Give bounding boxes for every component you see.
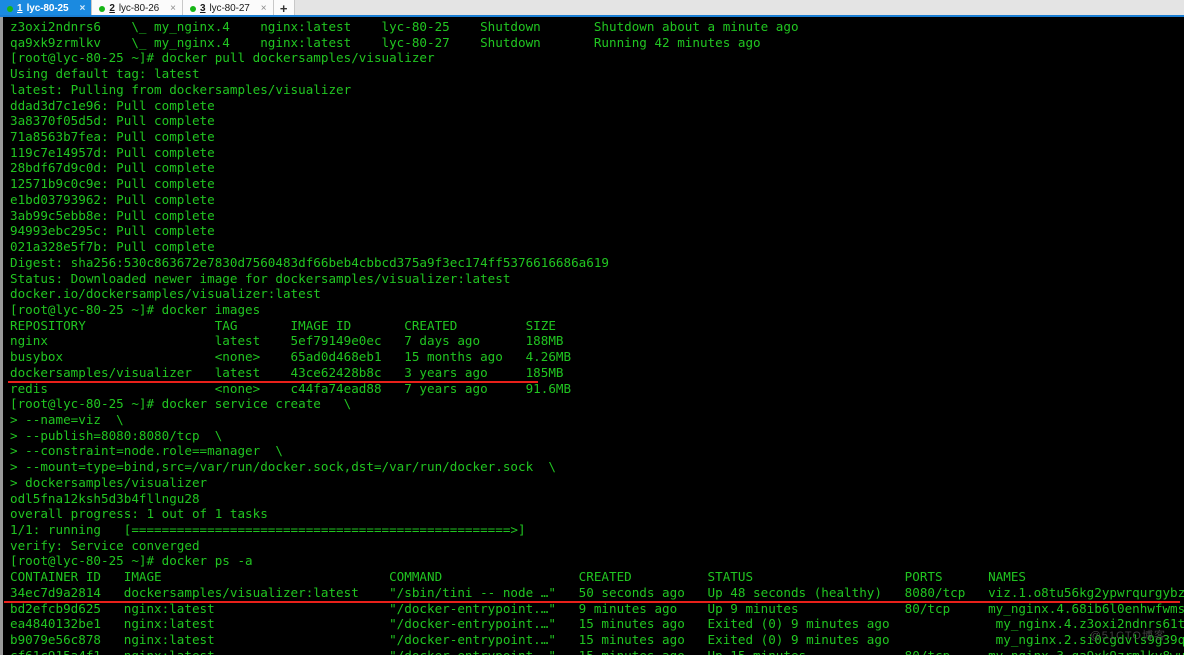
status-dot-icon bbox=[7, 5, 13, 12]
terminal-line: Using default tag: latest bbox=[10, 66, 200, 82]
terminal-line: e1bd03793962: Pull complete bbox=[10, 191, 215, 207]
tab-label: lyc-80-25 bbox=[26, 3, 69, 14]
close-icon[interactable]: × bbox=[170, 3, 176, 14]
terminal-line: > --name=viz \ bbox=[10, 411, 124, 427]
tab-lyc-80-27[interactable]: 3 lyc-80-27 × bbox=[182, 0, 274, 17]
terminal-window: 1 lyc-80-25 × 2 lyc-80-26 × 3 lyc-80-27 … bbox=[0, 0, 1184, 655]
close-icon[interactable]: × bbox=[261, 3, 267, 14]
terminal-line: verify: Service converged bbox=[10, 537, 200, 553]
tab-lyc-80-25[interactable]: 1 lyc-80-25 × bbox=[0, 0, 93, 17]
terminal-line: ea4840132be1 nginx:latest "/docker-entry… bbox=[10, 616, 1184, 632]
terminal-line: 34ec7d9a2814 dockersamples/visualizer:la… bbox=[10, 584, 1184, 600]
terminal-line: [root@lyc-80-25 ~]# docker pull dockersa… bbox=[10, 50, 435, 66]
terminal-line: > --constraint=node.role==manager \ bbox=[10, 443, 283, 459]
new-tab-button[interactable]: + bbox=[273, 0, 295, 17]
terminal-line: 71a8563b7fea: Pull complete bbox=[10, 129, 215, 145]
terminal-line: REPOSITORY TAG IMAGE ID CREATED SIZE bbox=[10, 317, 556, 333]
terminal-line: [root@lyc-80-25 ~]# docker images bbox=[10, 301, 261, 317]
terminal-line: [root@lyc-80-25 ~]# docker service creat… bbox=[10, 396, 352, 412]
terminal-line: z3oxi2ndnrs6 \_ my_nginx.4 nginx:latest … bbox=[10, 19, 799, 34]
tab-number: 3 bbox=[199, 3, 206, 14]
terminal-line: b9079e56c878 nginx:latest "/docker-entry… bbox=[10, 632, 1184, 648]
terminal-screen: z3oxi2ndnrs6 \_ my_nginx.4 nginx:latest … bbox=[3, 17, 1184, 655]
terminal-line: [root@lyc-80-25 ~]# docker ps -a bbox=[10, 553, 253, 569]
terminal-line: 021a328e5f7b: Pull complete bbox=[10, 239, 215, 255]
terminal-line: overall progress: 1 out of 1 tasks bbox=[10, 506, 268, 522]
terminal-line: 1/1: running [==========================… bbox=[10, 522, 526, 537]
terminal-line: 3ab99c5ebb8e: Pull complete bbox=[10, 207, 215, 223]
terminal-line: qa9xk9zrmlkv \_ my_nginx.4 nginx:latest … bbox=[10, 34, 761, 50]
terminal-line: 12571b9c0c9e: Pull complete bbox=[10, 176, 215, 192]
tab-lyc-80-26[interactable]: 2 lyc-80-26 × bbox=[92, 0, 183, 17]
terminal-line: ddad3d7c1e96: Pull complete bbox=[10, 97, 215, 113]
visualizer-image-row-underline bbox=[8, 381, 538, 383]
terminal-line: latest: Pulling from dockersamples/visua… bbox=[10, 81, 352, 97]
terminal-line: > --mount=type=bind,src=/var/run/docker.… bbox=[10, 459, 556, 475]
close-icon[interactable]: × bbox=[79, 3, 85, 14]
terminal-body[interactable]: z3oxi2ndnrs6 \_ my_nginx.4 nginx:latest … bbox=[0, 17, 1184, 655]
visualizer-container-row-underline bbox=[4, 601, 1180, 603]
terminal-line: busybox <none> 65ad0d468eb1 15 months ag… bbox=[10, 349, 572, 365]
tab-label: lyc-80-26 bbox=[118, 3, 160, 14]
tab-number: 1 bbox=[17, 3, 23, 14]
tab-bar-empty-area bbox=[294, 0, 1184, 17]
status-dot-icon bbox=[99, 5, 106, 12]
terminal-line: 94993ebc295c: Pull complete bbox=[10, 223, 215, 239]
terminal-line: odl5fna12ksh5d3b4fllngu28 bbox=[10, 490, 200, 506]
status-dot-icon bbox=[189, 5, 196, 12]
terminal-line: cf61c915a4f1 nginx:latest "/docker-entry… bbox=[10, 648, 1184, 655]
terminal-line: Status: Downloaded newer image for docke… bbox=[10, 270, 511, 286]
terminal-line: dockersamples/visualizer latest 43ce6242… bbox=[10, 364, 564, 380]
terminal-line: > --publish=8080:8080/tcp \ bbox=[10, 427, 223, 443]
tab-number: 2 bbox=[109, 3, 115, 14]
tab-label: lyc-80-27 bbox=[209, 3, 250, 14]
terminal-line: 3a8370f05d5d: Pull complete bbox=[10, 113, 215, 129]
terminal-line: Digest: sha256:530c863672e7830d7560483df… bbox=[10, 254, 609, 270]
terminal-line: docker.io/dockersamples/visualizer:lates… bbox=[10, 286, 321, 302]
terminal-line: nginx latest 5ef79149e0ec 7 days ago 188… bbox=[10, 333, 564, 349]
terminal-line: > dockersamples/visualizer bbox=[10, 474, 208, 490]
terminal-line: 28bdf67d9c0d: Pull complete bbox=[10, 160, 215, 176]
terminal-line: 119c7e14957d: Pull complete bbox=[10, 144, 215, 160]
terminal-line: CONTAINER ID IMAGE COMMAND CREATED STATU… bbox=[10, 569, 1026, 585]
tab-bar: 1 lyc-80-25 × 2 lyc-80-26 × 3 lyc-80-27 … bbox=[0, 0, 1184, 17]
